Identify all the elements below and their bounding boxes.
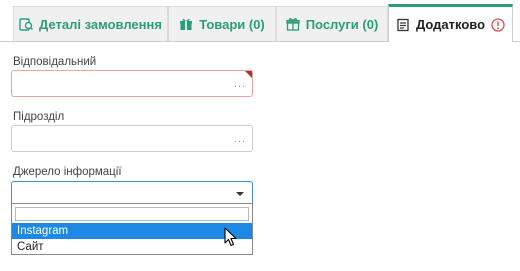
department-field[interactable]: ... [11,125,253,152]
tab-label: Додатково [415,17,486,32]
tab-goods[interactable]: Товари (0) [168,6,276,41]
chevron-down-icon[interactable] [236,192,244,196]
dropdown-search-input[interactable] [15,207,249,221]
dropdown-option-instagram[interactable]: Instagram [12,223,252,239]
mouse-cursor-icon [224,227,237,247]
exclamation-circle-icon [491,17,505,32]
services-gift-icon [286,18,300,31]
tab-label: Деталі замовлення [39,16,162,32]
tab-additional[interactable]: Додатково [388,4,513,42]
order-details-icon [19,18,34,31]
browse-icon[interactable]: ... [234,134,246,145]
source-dropdown: Instagram Сайт [11,203,253,255]
tab-label: Товари (0) [199,16,265,32]
tab-order-details[interactable]: Деталі замовлення [13,6,168,41]
browse-icon[interactable]: ... [234,79,246,90]
tab-bar-divider [0,41,388,42]
tab-label: Послуги (0) [305,16,379,32]
department-label: Підрозділ [13,111,65,123]
responsible-field[interactable]: ... [11,70,253,97]
dropdown-option-site[interactable]: Сайт [12,239,252,255]
responsible-label: Відповідальний [13,56,97,68]
tab-services[interactable]: Послуги (0) [276,6,388,41]
tab-bar: Деталі замовлення Товари (0) Послуги (0)… [0,0,520,42]
gift-icon [180,18,193,30]
tab-bar-divider [513,41,520,42]
additional-list-icon [397,18,409,31]
source-label: Джерело інформації [13,166,122,178]
required-marker [245,71,252,78]
